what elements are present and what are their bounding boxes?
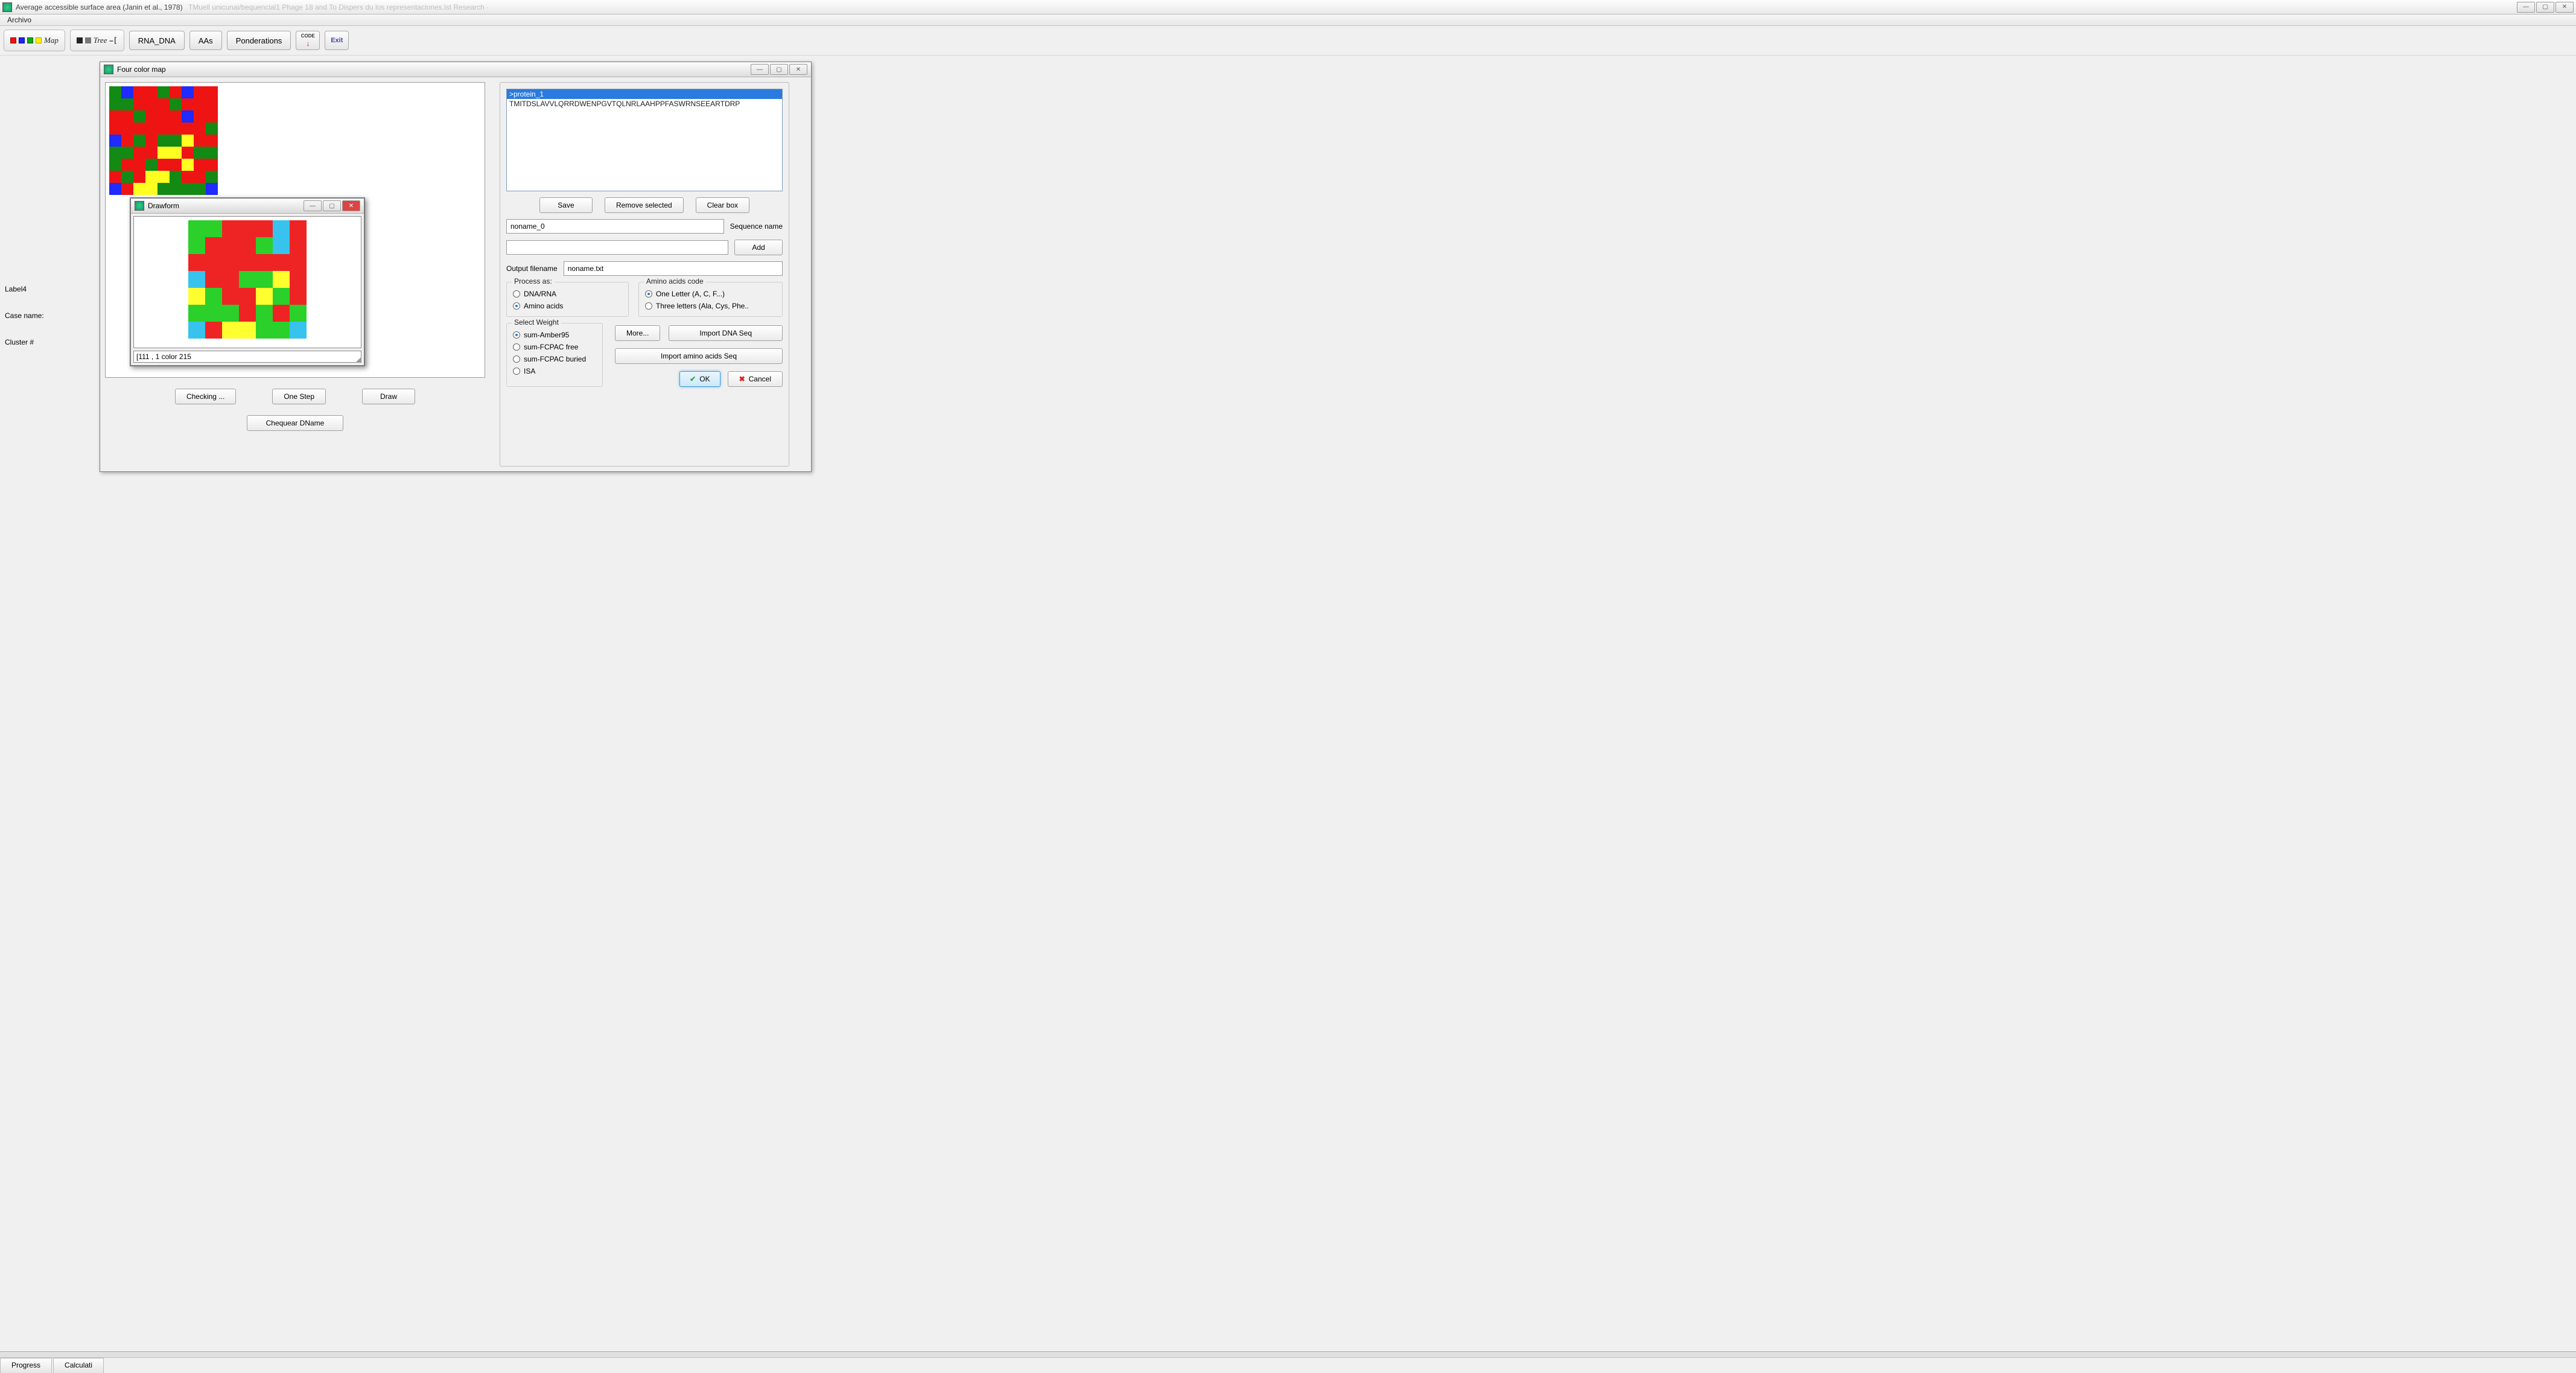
tab-progress[interactable]: Progress [0,1358,52,1373]
maximize-icon[interactable]: ▢ [2536,2,2554,13]
drawform-status: [111 , 1 color 215 [133,351,361,363]
radio-three-letters[interactable]: Three letters (Ala, Cys, Phe.. [645,302,776,310]
fcm-close-icon[interactable]: ✕ [789,64,807,75]
toolbar-map-button[interactable]: Map [4,30,65,51]
cluster-label: Cluster # [5,338,44,346]
status-gutter [0,1351,2576,1357]
menubar: Archivo [0,14,2576,26]
tree-branch-icon: ⎯[ [109,36,117,45]
radio-sum-fcpac-free[interactable]: sum-FCPAC free [513,343,596,351]
radio-amino-acids[interactable]: Amino acids [513,302,622,310]
sequence-name-input[interactable] [506,219,724,234]
checking-button[interactable]: Checking ... [175,389,236,404]
color-swatch-icon [77,37,83,43]
window-icon [104,65,113,74]
fcm-title: Four color map [117,65,751,74]
fcm-minimize-icon[interactable]: — [751,64,769,75]
close-icon[interactable]: ✕ [2555,2,2574,13]
casename-label: Case name: [5,311,44,320]
select-weight-label: Select Weight [512,318,561,327]
more-button[interactable]: More... [615,325,660,341]
ok-button[interactable]: ✔ OK [679,371,720,387]
radio-sum-amber95[interactable]: sum-Amber95 [513,331,596,339]
fcm-canvas: Drawform — ▢ ✕ [105,82,485,378]
color-grid [109,86,481,195]
clear-box-button[interactable]: Clear box [696,197,749,213]
drawform-maximize-icon[interactable]: ▢ [323,200,341,211]
color-swatch-icon [27,37,33,43]
color-swatch-icon [19,37,25,43]
code-button[interactable]: CODE ↓ [296,31,320,50]
drawform-window: Drawform — ▢ ✕ [130,197,365,366]
exit-button[interactable]: Exit [325,31,349,50]
app-icon [2,2,12,12]
minimize-icon[interactable]: — [2517,2,2535,13]
toolbar-tree-button[interactable]: Tree ⎯[ [70,30,124,51]
output-filename-label: Output filename [506,264,558,273]
exit-icon: Exit [331,37,343,44]
amino-acids-code-label: Amino acids code [644,277,706,285]
check-icon: ✔ [690,375,696,383]
fcm-maximize-icon[interactable]: ▢ [770,64,788,75]
radio-one-letter[interactable]: One Letter (A, C, F...) [645,290,776,298]
tab-calculations[interactable]: Calculati [53,1358,104,1373]
download-arrow-icon: ↓ [306,39,310,48]
add-button[interactable]: Add [734,240,783,255]
drawform-minimize-icon[interactable]: — [304,200,322,211]
toolbar-map-label: Map [44,36,59,45]
add-input[interactable] [506,240,728,255]
color-swatch-icon [10,37,16,43]
menu-archivo[interactable]: Archivo [4,14,35,25]
statusbar: Progress Calculati [0,1357,2576,1373]
sequence-listbox[interactable]: >protein_1 TMITDSLAVVLQRRDWENPGVTQLNRLAA… [506,89,783,191]
drawform-title: Drawform [148,202,304,210]
color-swatch-icon [36,37,42,43]
aas-button[interactable]: AAs [189,31,222,50]
process-as-label: Process as: [512,277,555,285]
remove-selected-button[interactable]: Remove selected [605,197,684,213]
resize-grip-icon[interactable] [355,357,361,363]
rna-dna-button[interactable]: RNA_DNA [129,31,185,50]
sequence-text[interactable]: TMITDSLAVVLQRRDWENPGVTQLNRLAAHPPFASWRNSE… [507,99,782,109]
radio-isa[interactable]: ISA [513,367,596,375]
sequence-name-label: Sequence name [730,222,783,231]
chequear-dname-button[interactable]: Chequear DName [247,415,343,431]
import-dna-button[interactable]: Import DNA Seq [669,325,783,341]
output-filename-input[interactable] [564,261,783,276]
window-title: Average accessible surface area (Janin e… [16,3,2517,11]
toolbar-tree-label: Tree [94,36,107,45]
import-amino-acids-button[interactable]: Import amino acids Seq [615,348,783,364]
sequence-selected-item[interactable]: >protein_1 [507,89,782,99]
drawform-close-icon[interactable]: ✕ [342,200,360,211]
main-titlebar: Average accessible surface area (Janin e… [0,0,2576,14]
one-step-button[interactable]: One Step [272,389,326,404]
radio-dna-rna[interactable]: DNA/RNA [513,290,622,298]
draw-button[interactable]: Draw [362,389,415,404]
save-button[interactable]: Save [539,197,593,213]
ponderations-button[interactable]: Ponderations [227,31,291,50]
cancel-button[interactable]: ✖ Cancel [728,371,783,387]
code-icon: CODE [301,33,315,39]
four-color-map-window: Four color map — ▢ ✕ [100,62,812,472]
toolbar: Map Tree ⎯[ RNA_DNA AAs Ponderations COD… [0,26,2576,56]
cross-icon: ✖ [739,375,745,383]
radio-sum-fcpac-buried[interactable]: sum-FCPAC buried [513,355,596,363]
workspace: Label4 Case name: Cluster # Four color m… [0,56,2576,1351]
color-swatch-icon [85,37,91,43]
sequence-panel: >protein_1 TMITDSLAVVLQRRDWENPGVTQLNRLAA… [500,82,789,467]
window-icon [135,201,144,211]
drawform-canvas [133,216,361,348]
label4-text: Label4 [5,285,44,293]
